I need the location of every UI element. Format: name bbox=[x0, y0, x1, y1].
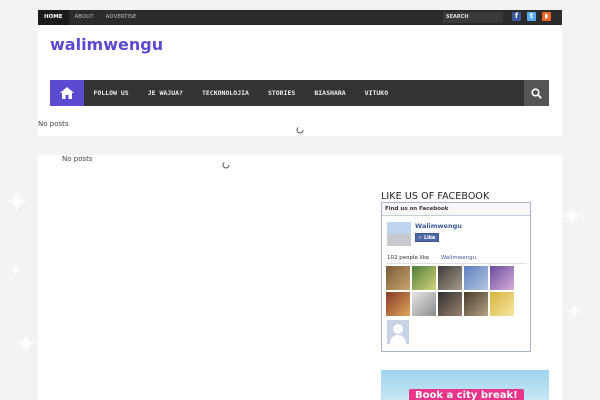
fb-box-header[interactable]: Find us on Facebook bbox=[382, 203, 530, 216]
fb-page-avatar[interactable] bbox=[387, 222, 411, 246]
topnav-advertise[interactable]: ADVERTISE bbox=[100, 10, 143, 25]
social-icons: f t ◗ bbox=[512, 12, 551, 21]
fan-avatar[interactable] bbox=[438, 292, 462, 316]
fb-people-count: 102 people like bbox=[387, 255, 430, 261]
fb-like-count: 102 people like Walimwengu. bbox=[387, 255, 478, 261]
topnav-about[interactable]: ABOUT bbox=[69, 10, 100, 25]
facebook-like-box: Find us on Facebook Walimwengu ✓ Like 10… bbox=[381, 202, 531, 352]
topnav-home[interactable]: Home bbox=[38, 10, 69, 25]
search-icon bbox=[531, 87, 542, 99]
top-nav: Home ABOUT ADVERTISE bbox=[38, 10, 142, 25]
fan-avatar[interactable] bbox=[464, 292, 488, 316]
search-input[interactable]: SEARCH bbox=[443, 12, 503, 23]
fan-avatar-placeholder[interactable] bbox=[387, 320, 409, 344]
fb-like-button[interactable]: ✓ Like bbox=[415, 233, 439, 242]
fan-avatar[interactable] bbox=[464, 266, 488, 290]
top-bar: Home ABOUT ADVERTISE SEARCH f t ◗ bbox=[38, 10, 562, 25]
fb-page-link[interactable]: Walimwengu. bbox=[441, 255, 478, 261]
divider bbox=[386, 263, 526, 264]
sidebar-widget-title: LIKE US OF FACEBOOK bbox=[381, 191, 490, 202]
fan-avatar[interactable] bbox=[490, 292, 514, 316]
home-button[interactable] bbox=[50, 80, 84, 106]
fb-page-name[interactable]: Walimwengu bbox=[415, 222, 462, 230]
fan-avatar[interactable] bbox=[386, 292, 410, 316]
loading-spinner-icon bbox=[222, 161, 230, 169]
fb-like-label: Like bbox=[423, 235, 436, 241]
fb-page-info: Walimwengu ✓ Like bbox=[387, 222, 462, 246]
rss-icon[interactable]: ◗ bbox=[542, 12, 551, 21]
nav-item-biashara[interactable]: BIASHARA bbox=[305, 80, 355, 106]
nav-item-stories[interactable]: STORIES bbox=[258, 80, 304, 106]
fb-fans-grid bbox=[386, 266, 514, 316]
nav-item-je-wajua[interactable]: JE WAJUA? bbox=[138, 80, 192, 106]
loading-spinner-icon bbox=[296, 126, 304, 134]
fan-avatar[interactable] bbox=[386, 266, 410, 290]
site-title[interactable]: walimwengu bbox=[50, 35, 163, 54]
no-posts-message: No posts bbox=[38, 120, 69, 128]
section-divider bbox=[38, 136, 562, 155]
search-button[interactable] bbox=[524, 80, 549, 106]
fan-avatar[interactable] bbox=[438, 266, 462, 290]
fan-avatar[interactable] bbox=[412, 266, 436, 290]
no-posts-message: No posts bbox=[62, 155, 93, 163]
fan-avatar[interactable] bbox=[412, 292, 436, 316]
main-nav: FOLLOW US JE WAJUA? TECKONOLOJIA STORIES… bbox=[50, 80, 549, 106]
nav-item-vituko[interactable]: VITUKO bbox=[355, 80, 397, 106]
home-icon bbox=[60, 87, 74, 99]
nav-item-teckonolojia[interactable]: TECKONOLOJIA bbox=[192, 80, 258, 106]
nav-items: FOLLOW US JE WAJUA? TECKONOLOJIA STORIES… bbox=[84, 80, 398, 106]
twitter-icon[interactable]: t bbox=[527, 12, 536, 21]
fan-avatar[interactable] bbox=[490, 266, 514, 290]
ad-banner[interactable]: Book a city break! bbox=[381, 370, 549, 400]
ad-banner-text: Book a city break! bbox=[409, 389, 524, 400]
facebook-icon[interactable]: f bbox=[512, 12, 521, 21]
nav-item-follow-us[interactable]: FOLLOW US bbox=[84, 80, 138, 106]
